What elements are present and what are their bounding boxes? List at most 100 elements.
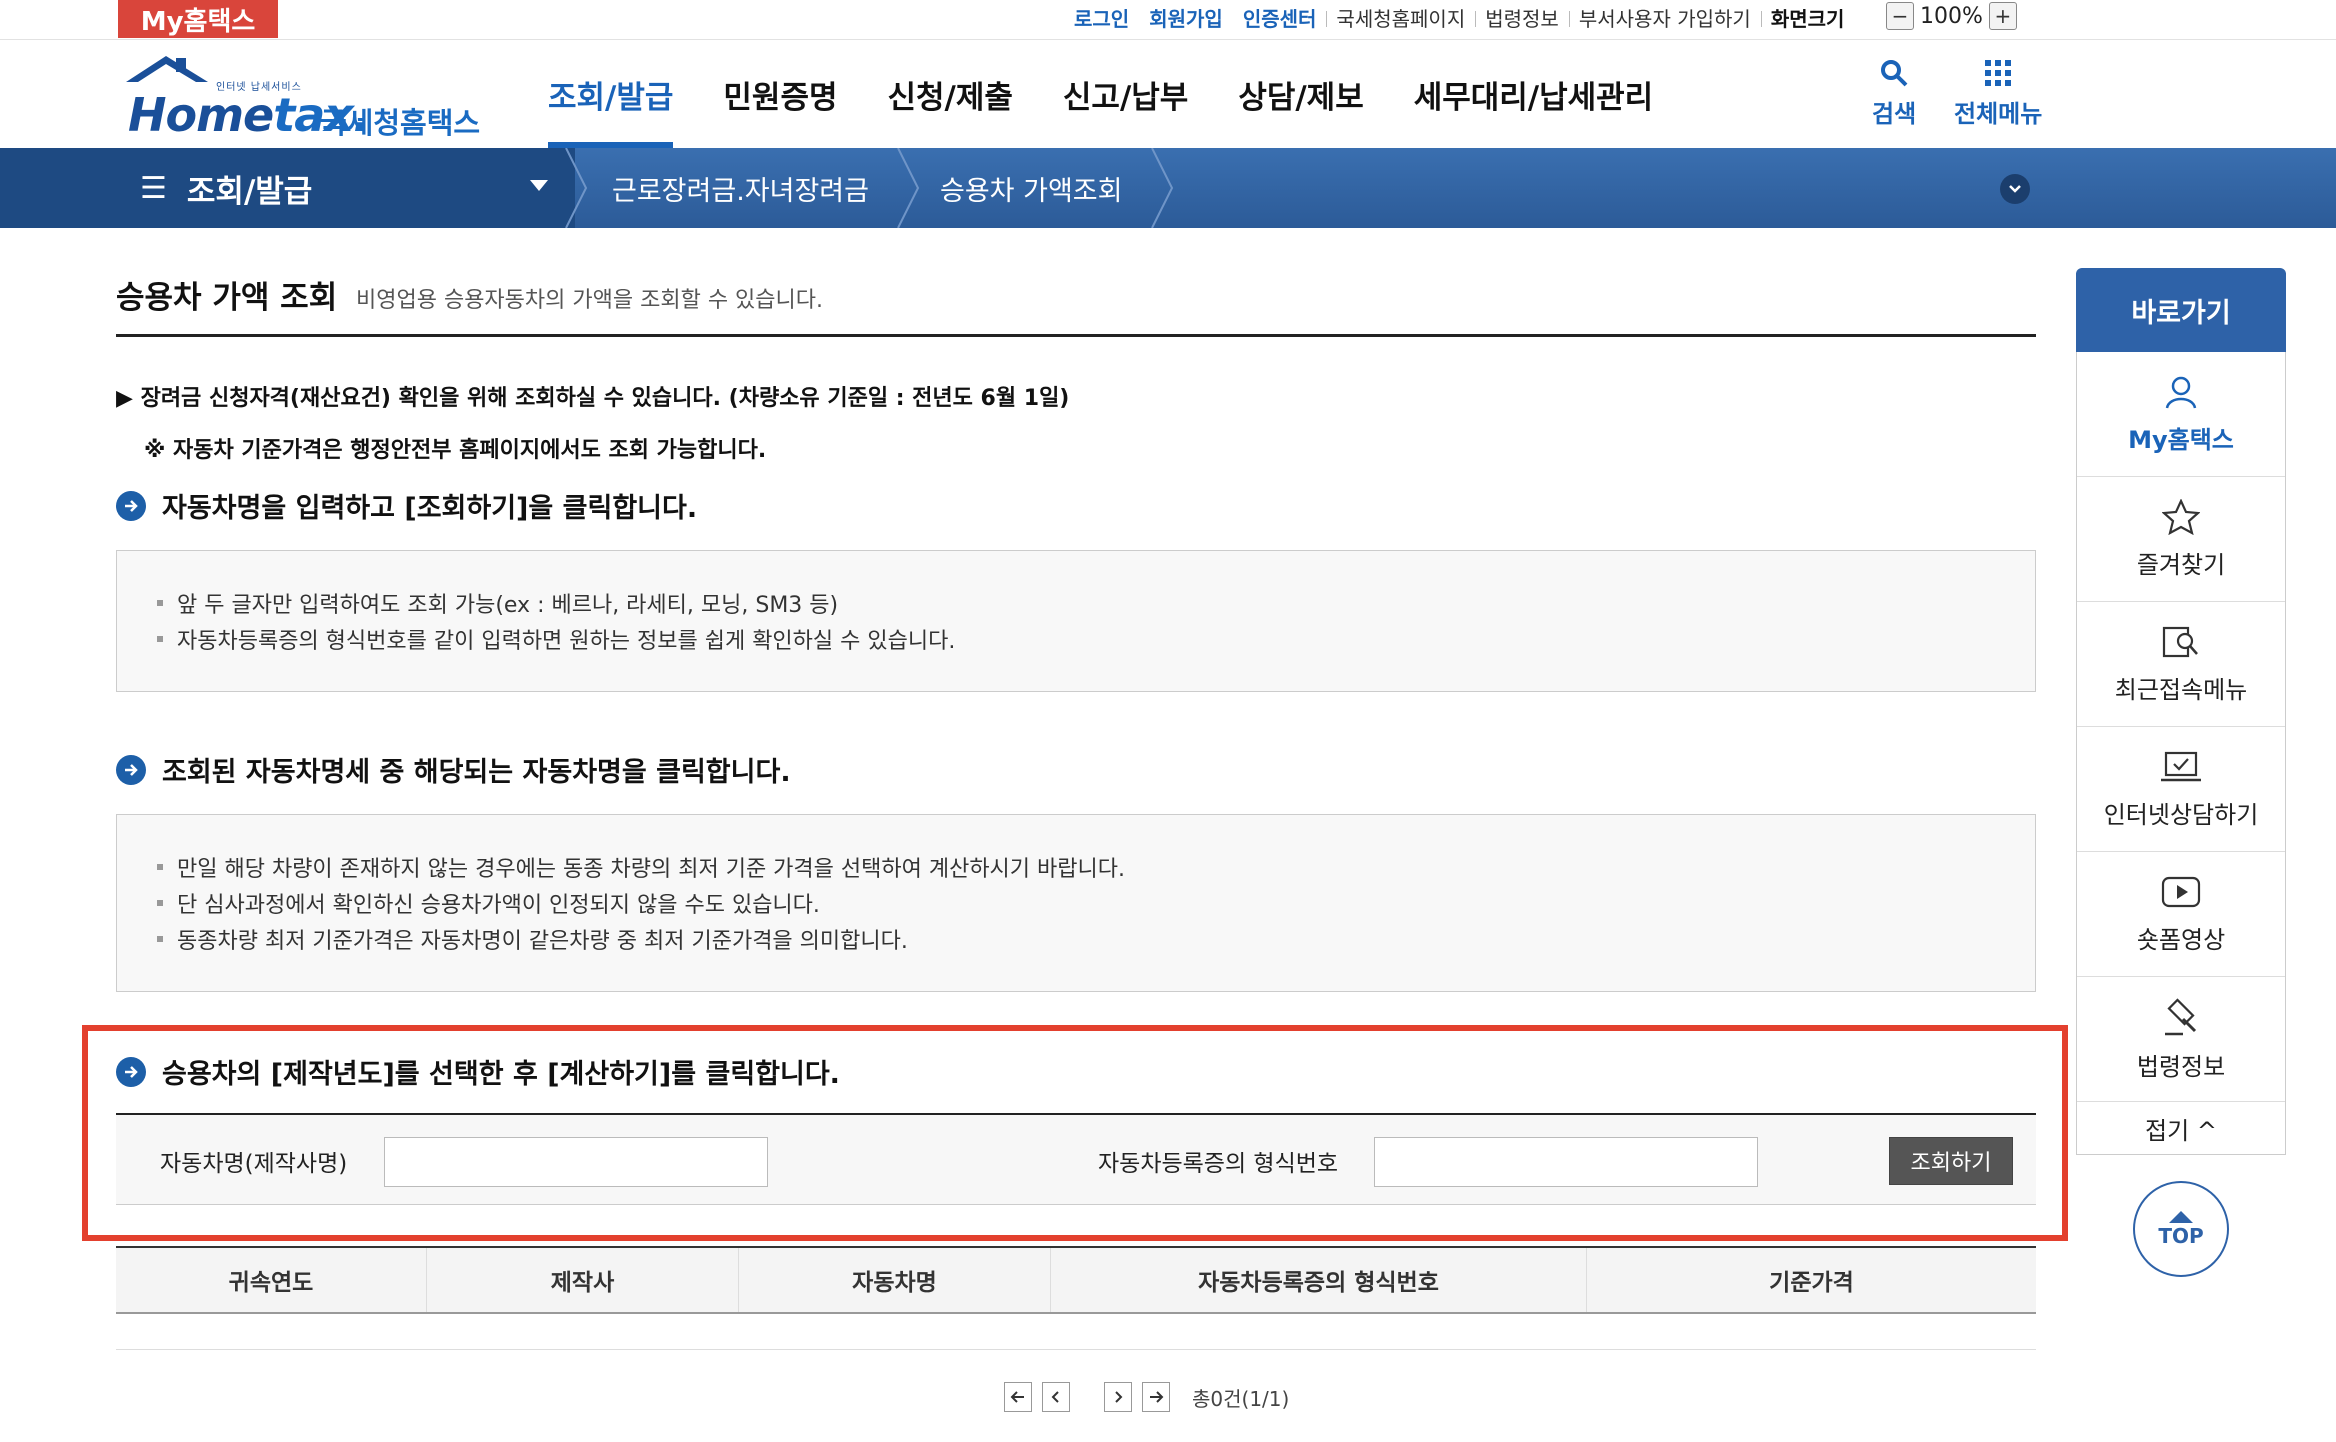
- quick-shortform-video[interactable]: 숏폼영상: [2077, 852, 2285, 977]
- model-number-label: 자동차등록증의 형식번호: [1098, 1151, 1339, 1177]
- breadcrumb-item-car-value[interactable]: 승용차 가액조회: [940, 148, 1122, 228]
- page-title: 승용차 가액 조회: [116, 280, 338, 316]
- gnb-tax-agent[interactable]: 세무대리/납세관리: [1414, 40, 1653, 148]
- hamburger-icon: ☰: [140, 170, 167, 206]
- notice-reference: ※ 자동차 기준가격은 행정안전부 홈페이지에서도 조회 가능합니다.: [144, 438, 767, 463]
- gnb-apply-submit[interactable]: 신청/제출: [888, 40, 1013, 148]
- gnb-inquiry-issue[interactable]: 조회/발급: [548, 40, 674, 148]
- main-header: 인터넷 납세서비스 Hometax. 국세청홈택스 조회/발급 민원증명 신청/…: [0, 40, 2336, 148]
- model-number-input[interactable]: [1374, 1137, 1758, 1187]
- pagination: 총0건(1/1): [1004, 1380, 1289, 1414]
- chevron-down-icon[interactable]: [530, 180, 548, 191]
- zoom-out-button[interactable]: −: [1886, 2, 1914, 30]
- title-divider: [116, 334, 2036, 337]
- signup-link[interactable]: 회원가입: [1139, 3, 1233, 32]
- gnb-report-pay[interactable]: 신고/납부: [1063, 40, 1188, 148]
- arrow-left-end-icon: [1010, 1391, 1024, 1403]
- list-item: 단 심사과정에서 확인하신 승용차가액이 인정되지 않을 수도 있습니다.: [157, 885, 1995, 921]
- zoom-value: 100%: [1920, 3, 1983, 29]
- quick-menu: 바로가기 My홈택스 즐겨찾기 최근접속메뉴 인터넷상담하기 숏폼영상 법령정보…: [2076, 268, 2286, 1155]
- quick-menu-body: My홈택스 즐겨찾기 최근접속메뉴 인터넷상담하기 숏폼영상 법령정보 접기 ^: [2076, 352, 2286, 1155]
- pager-total: 총0건(1/1): [1192, 1386, 1290, 1411]
- breadcrumb-toggle-button[interactable]: [2000, 174, 2030, 204]
- notice-eligibility: ▶ 장려금 신청자격(재산요건) 확인을 위해 조회하실 수 있습니다. (차량…: [116, 386, 1070, 411]
- page-description: 비영업용 승용자동차의 가액을 조회할 수 있습니다.: [356, 288, 824, 313]
- step-1-heading: 자동차명을 입력하고 [조회하기]을 클릭합니다.: [116, 486, 697, 525]
- breadcrumb-separator-icon: [565, 148, 588, 228]
- list-item: 만일 해당 차량이 존재하지 않는 경우에는 동종 차량의 최저 기준 가격을 …: [157, 849, 1995, 885]
- step-1-infobox: 앞 두 글자만 입력하여도 조회 가능(ex : 베르나, 라세티, 모닝, S…: [116, 550, 2036, 692]
- recent-search-icon: [2162, 626, 2198, 657]
- car-name-input[interactable]: [384, 1137, 768, 1187]
- breadcrumb-home[interactable]: ☰ 조회/발급: [140, 148, 312, 228]
- utility-links: 로그인 회원가입 인증센터 국세청홈페이지 법령정보 부서사용자 가입하기 화면…: [1064, 0, 1854, 34]
- header-search-button[interactable]: 검색: [1872, 58, 1916, 129]
- chevron-right-icon: [1115, 1391, 1123, 1403]
- search-label: 검색: [1872, 100, 1917, 128]
- laptop-check-icon: [2161, 751, 2201, 781]
- arrow-right-circle-icon: [116, 490, 146, 521]
- house-icon: [126, 56, 208, 82]
- arrow-right-end-icon: [1150, 1391, 1164, 1403]
- nts-homepage-link[interactable]: 국세청홈페이지: [1326, 3, 1475, 32]
- quick-menu-title: 바로가기: [2076, 268, 2286, 352]
- breadcrumb-separator-icon: [1151, 148, 1174, 228]
- play-video-icon: [2161, 876, 2201, 907]
- next-page-button[interactable]: [1104, 1382, 1132, 1412]
- step-2-title: 조회된 자동차명세 중 해당되는 자동차명을 클릭합니다.: [162, 757, 791, 788]
- quick-my-hometax[interactable]: My홈택스: [2077, 352, 2285, 477]
- top-utility-bar: My홈택스 로그인 회원가입 인증센터 국세청홈페이지 법령정보 부서사용자 가…: [0, 0, 2336, 40]
- col-base-price: 기준가격: [1769, 1270, 1854, 1296]
- header-allmenu-button[interactable]: 전체메뉴: [1954, 58, 2042, 129]
- chevron-down-icon: [2009, 185, 2021, 193]
- user-icon: [2165, 376, 2197, 408]
- result-table-header: 귀속연도 제작사 자동차명 자동차등록증의 형식번호 기준가격: [116, 1246, 2036, 1314]
- cert-center-link[interactable]: 인증센터: [1233, 3, 1327, 32]
- list-item: 자동차등록증의 형식번호를 같이 입력하면 원하는 정보를 쉽게 확인하실 수 …: [157, 621, 1995, 657]
- col-model-number: 자동차등록증의 형식번호: [1051, 1248, 1587, 1312]
- scroll-top-button[interactable]: TOP: [2133, 1181, 2229, 1277]
- breadcrumb-home-label: 조회/발급: [186, 173, 313, 210]
- col-year: 귀속연도: [116, 1248, 427, 1312]
- gavel-icon: [2165, 997, 2197, 1035]
- step-2-infobox: 만일 해당 차량이 존재하지 않는 경우에는 동종 차량의 최저 기준 가격을 …: [116, 814, 2036, 992]
- first-page-button[interactable]: [1004, 1382, 1032, 1412]
- global-nav: 조회/발급 민원증명 신청/제출 신고/납부 상담/제보 세무대리/납세관리: [548, 40, 1703, 148]
- car-name-label: 자동차명(제작사명): [160, 1151, 348, 1177]
- gnb-consult-report[interactable]: 상담/제보: [1238, 40, 1363, 148]
- quick-recent-menu[interactable]: 최근접속메뉴: [2077, 602, 2285, 727]
- step-1-title: 자동차명을 입력하고 [조회하기]을 클릭합니다.: [162, 493, 698, 524]
- hometax-logo[interactable]: 인터넷 납세서비스 Hometax. 국세청홈택스: [116, 52, 486, 142]
- list-item: 동종차량 최저 기준가격은 자동차명이 같은차량 중 최저 기준가격을 의미합니…: [157, 921, 1995, 957]
- step-3-title: 승용차의 [제작년도]를 선택한 후 [계산하기]를 클릭합니다.: [162, 1059, 840, 1090]
- col-manufacturer: 제작사: [427, 1248, 739, 1312]
- zoom-control: − 100% +: [1886, 0, 2017, 32]
- chevron-left-icon: [1051, 1391, 1059, 1403]
- arrow-right-circle-icon: [116, 1056, 146, 1087]
- screen-size-label: 화면크기: [1760, 3, 1855, 32]
- breadcrumb-bar: ☰ 조회/발급 근로장려금.자녀장려금 승용차 가액조회: [0, 148, 2336, 228]
- prev-page-button[interactable]: [1042, 1382, 1070, 1412]
- step-2-heading: 조회된 자동차명세 중 해당되는 자동차명을 클릭합니다.: [116, 750, 791, 789]
- triangle-up-icon: [2169, 1211, 2193, 1223]
- quick-online-consult[interactable]: 인터넷상담하기: [2077, 727, 2285, 852]
- quick-favorites[interactable]: 즐겨찾기: [2077, 477, 2285, 602]
- gnb-civil-certificate[interactable]: 민원증명: [723, 40, 837, 148]
- arrow-right-circle-icon: [116, 754, 146, 785]
- quick-law-info[interactable]: 법령정보: [2077, 977, 2285, 1102]
- login-link[interactable]: 로그인: [1064, 3, 1139, 32]
- my-hometax-badge[interactable]: My홈택스: [118, 0, 278, 38]
- search-icon: [1881, 60, 1908, 87]
- zoom-in-button[interactable]: +: [1988, 2, 2017, 30]
- dept-user-signup-link[interactable]: 부서사용자 가입하기: [1568, 3, 1761, 32]
- result-table-bottom: [116, 1349, 2036, 1350]
- last-page-button[interactable]: [1142, 1382, 1170, 1412]
- quick-fold-button[interactable]: 접기 ^: [2077, 1102, 2285, 1154]
- list-item: 앞 두 글자만 입력하여도 조회 가능(ex : 베르나, 라세티, 모닝, S…: [157, 585, 1995, 621]
- step-3-heading: 승용차의 [제작년도]를 선택한 후 [계산하기]를 클릭합니다.: [116, 1052, 840, 1091]
- breadcrumb-item-incentive[interactable]: 근로장려금.자녀장려금: [612, 148, 869, 228]
- search-button[interactable]: 조회하기: [1889, 1137, 2013, 1185]
- law-info-link[interactable]: 법령정보: [1475, 3, 1569, 32]
- grid-icon: [1985, 60, 2012, 86]
- logo-korean-name: 국세청홈택스: [320, 106, 481, 140]
